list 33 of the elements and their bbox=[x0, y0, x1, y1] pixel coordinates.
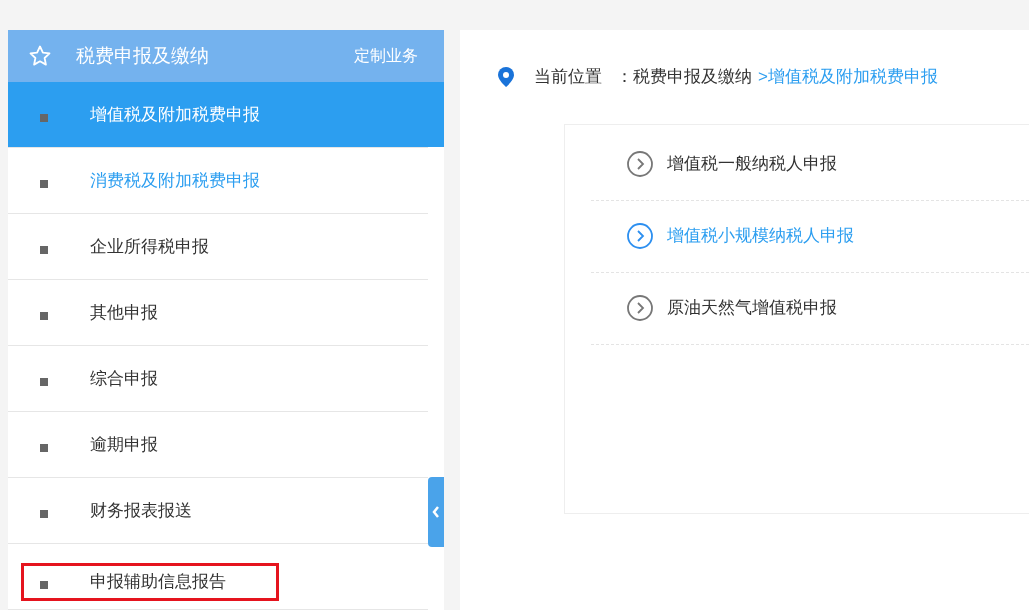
location-pin-icon bbox=[498, 66, 514, 87]
chevron-circle-icon bbox=[627, 151, 653, 177]
item-label: 申报辅助信息报告 bbox=[90, 570, 226, 593]
item-label: 综合申报 bbox=[90, 367, 158, 390]
bullet-icon bbox=[40, 311, 48, 320]
bullet-icon bbox=[40, 377, 48, 386]
item-label: 企业所得税申报 bbox=[90, 235, 209, 258]
option-item[interactable]: 增值税一般纳税人申报 bbox=[591, 128, 1029, 201]
star-icon bbox=[28, 44, 52, 68]
breadcrumb-separator: ： bbox=[616, 66, 633, 88]
option-label: 原油天然气增值税申报 bbox=[667, 297, 837, 320]
sidebar-title: 税费申报及缴纳 bbox=[76, 43, 209, 68]
chevron-left-icon bbox=[432, 506, 440, 518]
chevron-circle-icon bbox=[627, 223, 653, 249]
breadcrumb-current: >增值税及附加税费申报 bbox=[758, 66, 938, 88]
collapse-tab[interactable] bbox=[428, 477, 444, 547]
bullet-icon bbox=[40, 580, 48, 589]
option-label: 增值税小规模纳税人申报 bbox=[667, 225, 854, 248]
item-label: 逾期申报 bbox=[90, 433, 158, 456]
bullet-icon bbox=[40, 509, 48, 518]
breadcrumb-label: 当前位置 bbox=[534, 66, 602, 88]
item-label: 消费税及附加税费申报 bbox=[90, 169, 260, 192]
item-label: 其他申报 bbox=[90, 301, 158, 324]
bullet-icon bbox=[40, 113, 48, 122]
item-label: 增值税及附加税费申报 bbox=[90, 103, 260, 126]
option-item[interactable]: 原油天然气增值税申报 bbox=[591, 272, 1029, 345]
chevron-circle-icon bbox=[627, 295, 653, 321]
bullet-icon bbox=[40, 443, 48, 452]
bullet-icon bbox=[40, 179, 48, 188]
option-label: 增值税一般纳税人申报 bbox=[667, 153, 837, 176]
bullet-icon bbox=[40, 245, 48, 254]
item-label: 财务报表报送 bbox=[90, 499, 192, 522]
breadcrumb-link[interactable]: 税费申报及缴纳 bbox=[633, 64, 752, 90]
